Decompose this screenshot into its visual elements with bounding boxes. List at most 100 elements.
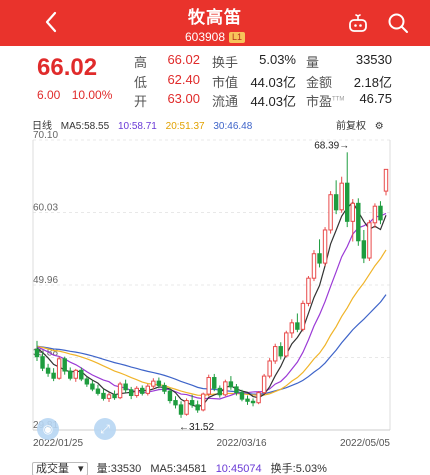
candle-body — [167, 390, 173, 402]
candle-body — [311, 253, 317, 279]
current-price: 66.02 — [37, 54, 98, 81]
candle-body — [40, 356, 45, 369]
candle-body — [162, 384, 167, 392]
volume-value: 量:33530 — [96, 463, 142, 475]
candle-body — [228, 381, 234, 388]
candle-body — [345, 182, 350, 222]
x-tick-label: 2022/03/16 — [216, 438, 266, 449]
stat-value: 66.02 — [167, 52, 200, 67]
header-bar: 牧高笛 603908 L1 — [0, 0, 430, 46]
volume-ma10: 10:45074 — [215, 463, 262, 475]
candle-body — [95, 388, 101, 394]
stat-label: 流通 — [212, 94, 239, 109]
candle-body — [140, 387, 145, 394]
candle-body — [73, 369, 78, 379]
change-percent: 10.00% — [71, 88, 113, 102]
candle-body — [212, 377, 217, 389]
search-icon[interactable] — [386, 11, 410, 35]
y-tick-label: 60.03 — [33, 203, 58, 214]
candle-body — [112, 394, 117, 399]
candle-body — [189, 400, 195, 406]
stat-value: 44.03亿 — [250, 74, 296, 90]
candle-body — [51, 372, 56, 379]
candle-body — [151, 380, 156, 387]
x-tick-label: 2022/01/25 — [33, 438, 83, 449]
stat-label: 量 — [306, 55, 320, 70]
candle-body — [56, 358, 62, 379]
stock-code-line: 603908 L1 — [184, 30, 246, 44]
candle-body — [300, 302, 306, 330]
candle-body — [134, 387, 139, 397]
candlestick-chart[interactable]: 70.1060.0349.9639.8829.812022/01/252022/… — [0, 128, 430, 458]
fullscreen-icon[interactable]: ⤢ — [94, 418, 116, 440]
candle-body — [184, 400, 189, 415]
y-tick-label: 70.10 — [33, 130, 58, 141]
candle-body — [333, 194, 339, 211]
play-icon[interactable]: ◉ — [37, 418, 59, 440]
stat-label: 换手 — [212, 55, 239, 70]
candle-body — [234, 386, 239, 394]
candle-body — [84, 378, 90, 385]
candle-body — [367, 222, 372, 259]
y-tick-label: 49.96 — [33, 275, 58, 286]
candle-body — [295, 322, 300, 330]
candle-body — [34, 348, 40, 358]
candle-body — [328, 194, 333, 231]
candle-body — [245, 398, 250, 402]
candle-body — [239, 392, 245, 400]
candle-body — [123, 383, 128, 391]
volume-legend: 成交量 ▾ 量:33530 MA5:34581 10:45074 换手:5.03… — [32, 460, 333, 475]
high-annotation: 68.39→ — [314, 140, 349, 151]
stat-label: 低 — [134, 74, 148, 90]
ma30-line — [36, 294, 387, 395]
candle-body — [178, 404, 184, 415]
candle-body — [383, 168, 389, 192]
candle-body — [128, 389, 134, 397]
volume-selector-label: 成交量 — [36, 463, 69, 475]
candle-body — [289, 322, 295, 334]
candle-body — [195, 404, 200, 411]
low-annotation: ←31.52 — [179, 422, 214, 433]
candle-body — [217, 387, 223, 396]
candle-body — [68, 370, 73, 379]
candle-body — [261, 375, 267, 394]
candle-body — [350, 202, 355, 222]
candle-body — [250, 400, 256, 404]
stat-value: 33530 — [355, 52, 392, 67]
stat-value: 63.00 — [167, 91, 200, 106]
stat-value: 2.18亿 — [353, 74, 392, 90]
price-change: 6.00 10.00% — [37, 88, 120, 102]
candle-body — [173, 400, 178, 406]
stat-label: 高 — [134, 55, 148, 70]
ma5-line — [36, 201, 387, 408]
candle-body — [79, 369, 84, 380]
candle-body — [322, 229, 328, 264]
candle-body — [223, 381, 228, 396]
stat-label: 市值 — [212, 74, 239, 90]
stat-value: 5.03% — [259, 52, 296, 67]
stock-code: 603908 — [184, 30, 226, 44]
volume-selector[interactable]: 成交量 ▾ — [32, 462, 88, 475]
candle-body — [206, 377, 211, 395]
candle-body — [356, 202, 361, 242]
stat-value: 46.75 — [359, 91, 392, 106]
candle-body — [145, 385, 151, 394]
candle-body — [284, 332, 289, 357]
change-amount: 6.00 — [37, 88, 61, 102]
candle-body — [306, 277, 311, 304]
stat-value: 44.03亿 — [250, 94, 296, 109]
candle-body — [378, 205, 383, 221]
candle-body — [62, 358, 67, 372]
robot-assistant-icon[interactable] — [346, 11, 370, 35]
candle-body — [45, 367, 51, 374]
candle-body — [267, 360, 272, 377]
turnover-value: 换手:5.03% — [270, 463, 327, 475]
x-tick-label: 2022/05/05 — [340, 438, 390, 449]
stat-label: 金额 — [306, 74, 333, 90]
level-badge: L1 — [229, 31, 246, 43]
stat-label: 开 — [134, 94, 148, 109]
candle-body — [372, 205, 378, 224]
candle-body — [106, 394, 112, 399]
candle-body — [90, 383, 95, 390]
candle-body — [339, 182, 344, 211]
